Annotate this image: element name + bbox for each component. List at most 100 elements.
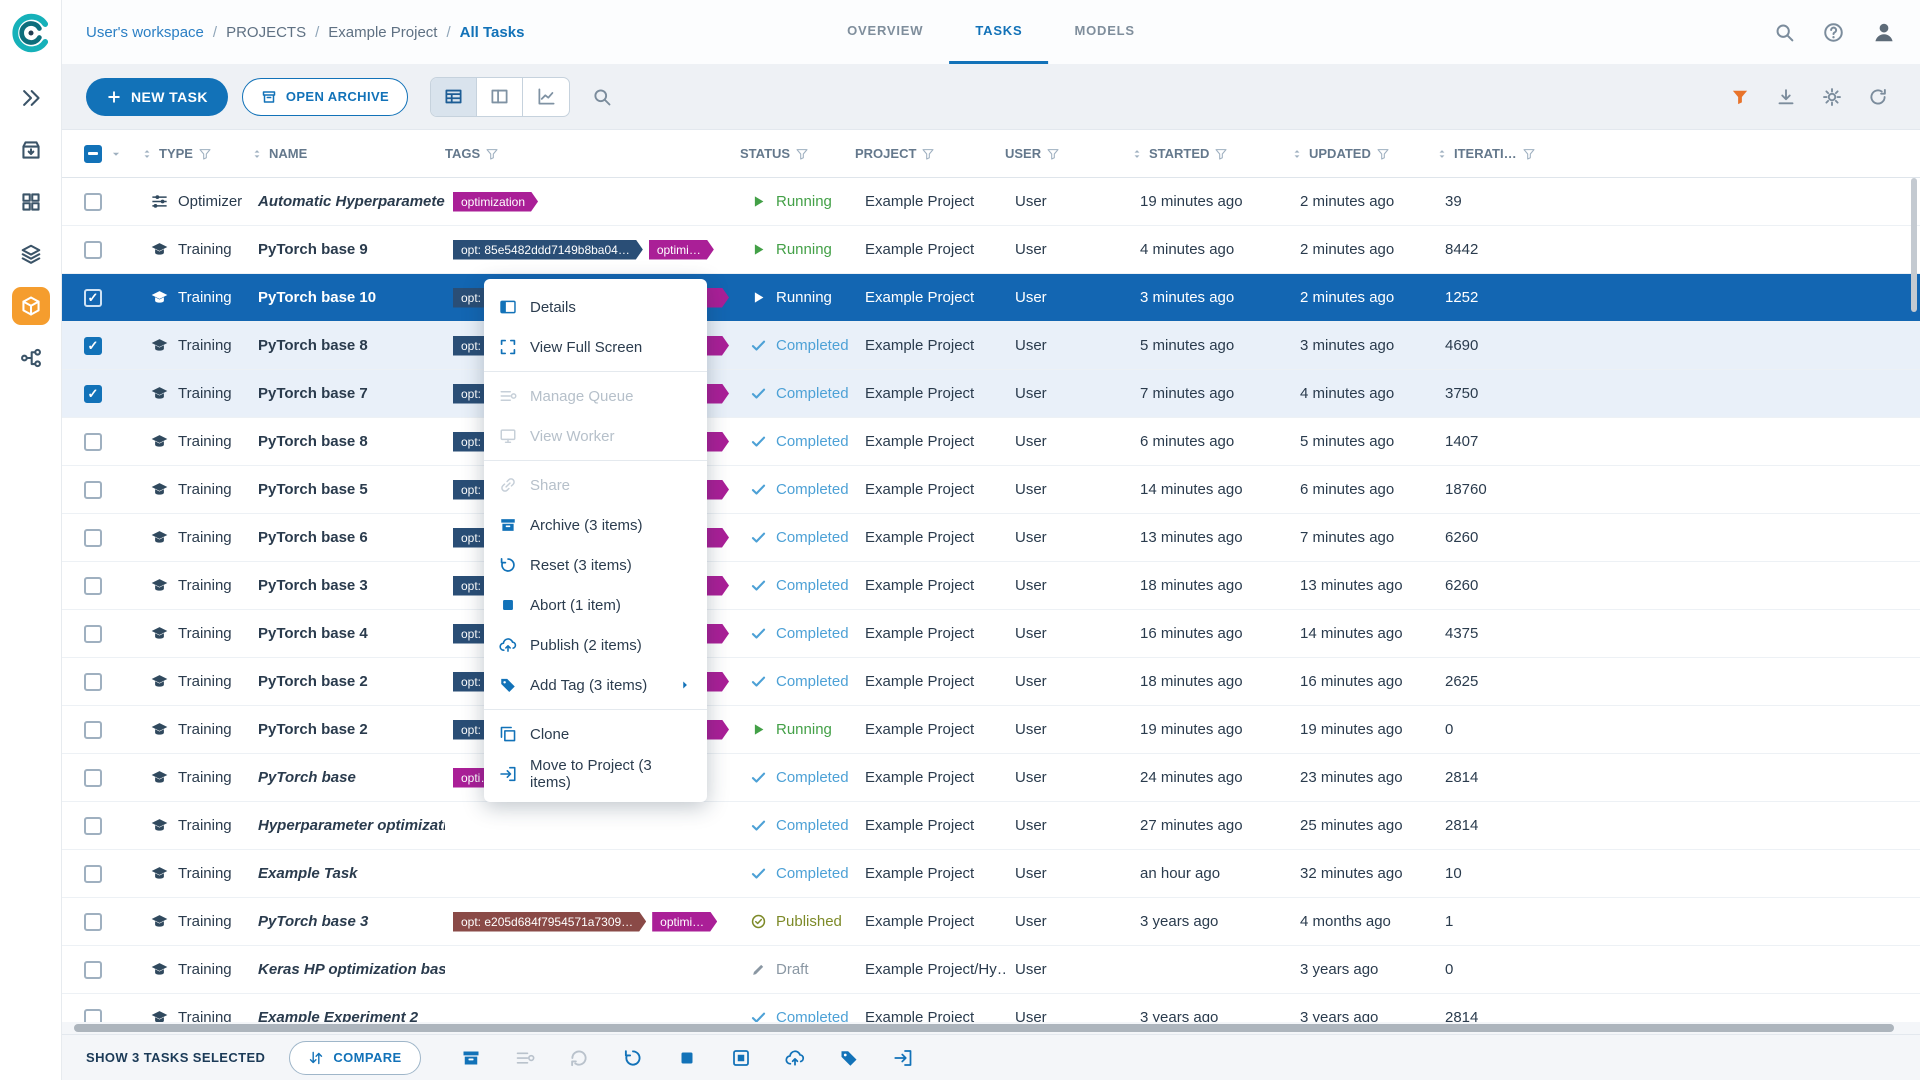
menu-item-reset-3-items[interactable]: Reset (3 items)	[484, 545, 707, 585]
footer-add-tag-button[interactable]	[839, 1048, 859, 1068]
sidebar-item-archive-box[interactable]	[7, 124, 55, 176]
task-name[interactable]: Example Task	[250, 865, 445, 882]
task-name[interactable]: Example Experiment 2	[250, 1009, 445, 1022]
footer-publish-button[interactable]	[785, 1048, 805, 1068]
row-checkbox[interactable]	[84, 336, 102, 355]
table-row[interactable]: Training Hyperparameter optimizati… Comp…	[62, 802, 1920, 850]
tab-tasks[interactable]: TASKS	[949, 0, 1049, 64]
table-row[interactable]: Training PyTorch base 3 opt: …optimi… Co…	[62, 562, 1920, 610]
row-checkbox[interactable]	[84, 192, 102, 211]
table-row[interactable]: Training PyTorch base 3 opt: e205d684f79…	[62, 898, 1920, 946]
task-name[interactable]: PyTorch base	[250, 769, 445, 786]
horizontal-scrollbar-thumb[interactable]	[74, 1024, 1894, 1032]
table-row[interactable]: Training PyTorch base 9 opt: 85e5482ddd7…	[62, 226, 1920, 274]
compare-button[interactable]: COMPARE	[289, 1040, 421, 1075]
settings-button[interactable]	[1814, 79, 1850, 115]
sidebar-item-pipelines[interactable]	[7, 332, 55, 384]
row-checkbox[interactable]	[84, 576, 102, 595]
row-checkbox[interactable]	[84, 480, 102, 499]
row-checkbox[interactable]	[84, 960, 102, 979]
task-name[interactable]: PyTorch base 10	[250, 289, 445, 306]
row-checkbox[interactable]	[84, 720, 102, 739]
menu-item-publish-2-items[interactable]: Publish (2 items)	[484, 625, 707, 665]
task-name[interactable]: PyTorch base 3	[250, 577, 445, 594]
menu-item-manage-queue[interactable]: Manage Queue	[484, 376, 707, 416]
table-row[interactable]: Training Keras HP optimization base Draf…	[62, 946, 1920, 994]
column-header-iterati[interactable]: ITERATI…	[1435, 146, 1920, 161]
table-row[interactable]: Training PyTorch base 10 opt: …optimi… R…	[62, 274, 1920, 322]
task-name[interactable]: Keras HP optimization base	[250, 961, 445, 978]
breadcrumb-item-user-s-workspace[interactable]: User's workspace	[86, 24, 204, 41]
download-button[interactable]	[1768, 79, 1804, 115]
column-header-name[interactable]: NAME	[250, 146, 445, 161]
table-row[interactable]: Training PyTorch base 7 opt: …optimi… Co…	[62, 370, 1920, 418]
row-checkbox[interactable]	[84, 816, 102, 835]
table-row[interactable]: Training PyTorch base 2 opt: …optimi… Ru…	[62, 706, 1920, 754]
menu-item-view-worker[interactable]: View Worker	[484, 416, 707, 456]
search-icon[interactable]	[1774, 22, 1795, 43]
chart-view-button[interactable]	[523, 78, 569, 116]
row-checkbox[interactable]	[84, 432, 102, 451]
column-header-user[interactable]: USER	[1005, 146, 1130, 161]
footer-abort-button[interactable]	[677, 1048, 697, 1068]
table-row[interactable]: Training PyTorch base opti… Completed Ex…	[62, 754, 1920, 802]
row-checkbox[interactable]	[84, 1008, 102, 1022]
task-name[interactable]: PyTorch base 9	[250, 241, 445, 258]
table-row[interactable]: Optimizer Automatic Hyperparamete… optim…	[62, 178, 1920, 226]
menu-item-view-full-screen[interactable]: View Full Screen	[484, 327, 707, 367]
table-row[interactable]: Training Example Task Completed Example …	[62, 850, 1920, 898]
show-selected-toggle[interactable]: SHOW 3 TASKS SELECTED	[86, 1050, 265, 1065]
row-checkbox[interactable]	[84, 288, 102, 307]
tab-overview[interactable]: OVERVIEW	[821, 0, 949, 64]
task-name[interactable]: PyTorch base 5	[250, 481, 445, 498]
table-row[interactable]: Training PyTorch base 4 opt: …optimi… Co…	[62, 610, 1920, 658]
table-row[interactable]: Training PyTorch base 5 opt: …optimi… Co…	[62, 466, 1920, 514]
sidebar-item-datasets[interactable]	[7, 228, 55, 280]
task-name[interactable]: PyTorch base 4	[250, 625, 445, 642]
select-all-box[interactable]	[84, 144, 102, 163]
table-row[interactable]: Training PyTorch base 8 opt: …optimi… Co…	[62, 322, 1920, 370]
footer-retry-button[interactable]	[569, 1048, 589, 1068]
menu-item-clone[interactable]: Clone	[484, 714, 707, 754]
footer-archive-button[interactable]	[461, 1048, 481, 1068]
menu-item-move-to-project-3-items[interactable]: Move to Project (3 items)	[484, 754, 707, 794]
menu-item-archive-3-items[interactable]: Archive (3 items)	[484, 505, 707, 545]
open-archive-button[interactable]: OPEN ARCHIVE	[241, 77, 409, 116]
row-checkbox[interactable]	[84, 864, 102, 883]
column-header-updated[interactable]: UPDATED	[1290, 146, 1435, 161]
task-name[interactable]: PyTorch base 7	[250, 385, 445, 402]
table-search-button[interactable]	[584, 79, 620, 115]
table-row[interactable]: Training PyTorch base 6 opt: …optimi… Co…	[62, 514, 1920, 562]
row-checkbox[interactable]	[84, 384, 102, 403]
filter-button[interactable]	[1722, 79, 1758, 115]
task-name[interactable]: PyTorch base 8	[250, 337, 445, 354]
table-view-button[interactable]	[431, 77, 478, 116]
horizontal-scrollbar[interactable]	[62, 1022, 1920, 1034]
task-name[interactable]: PyTorch base 3	[250, 913, 445, 930]
row-checkbox[interactable]	[84, 672, 102, 691]
task-name[interactable]: Automatic Hyperparamete…	[250, 193, 445, 210]
clearml-logo[interactable]	[10, 12, 52, 54]
table-row[interactable]: Training PyTorch base 8 opt: …optimi… Co…	[62, 418, 1920, 466]
row-checkbox[interactable]	[84, 912, 102, 931]
user-avatar-icon[interactable]	[1872, 20, 1896, 44]
breadcrumb-item-all-tasks[interactable]: All Tasks	[460, 24, 525, 41]
menu-item-add-tag-3-items[interactable]: Add Tag (3 items)	[484, 665, 707, 705]
select-all-checkbox[interactable]	[62, 144, 140, 163]
row-checkbox[interactable]	[84, 240, 102, 259]
footer-move-to-project-button[interactable]	[893, 1048, 913, 1068]
task-name[interactable]: PyTorch base 8	[250, 433, 445, 450]
column-header-tags[interactable]: TAGS	[445, 146, 740, 161]
menu-item-abort-1-item[interactable]: Abort (1 item)	[484, 585, 707, 625]
footer-reset-button[interactable]	[623, 1048, 643, 1068]
new-task-button[interactable]: NEW TASK	[86, 77, 228, 116]
sidebar-item-launch[interactable]	[7, 72, 55, 124]
footer-manage-queue-button[interactable]	[515, 1048, 535, 1068]
row-checkbox[interactable]	[84, 528, 102, 547]
task-name[interactable]: PyTorch base 2	[250, 721, 445, 738]
sidebar-item-experiments[interactable]	[7, 280, 55, 332]
row-checkbox[interactable]	[84, 768, 102, 787]
column-header-project[interactable]: PROJECT	[855, 146, 1005, 161]
task-name[interactable]: Hyperparameter optimizati…	[250, 817, 445, 834]
menu-item-share[interactable]: Share	[484, 465, 707, 505]
